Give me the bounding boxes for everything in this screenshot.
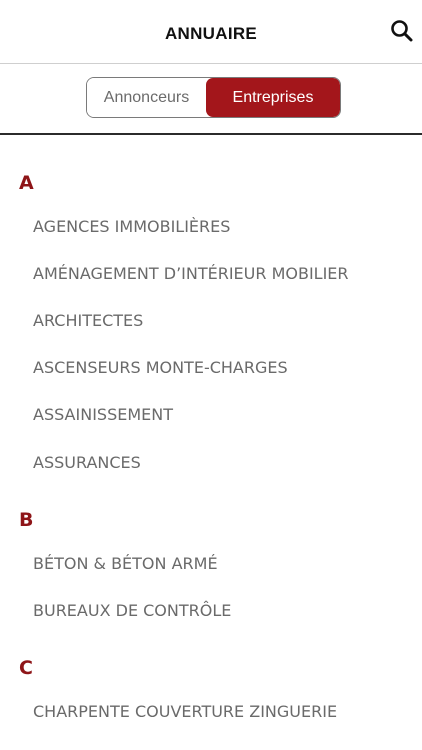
list-item[interactable]: ARCHITECTES <box>33 311 403 330</box>
list-item[interactable]: ASCENSEURS MONTE-CHARGES <box>33 358 403 377</box>
list-item[interactable]: CHARPENTE COUVERTURE ZINGUERIE <box>33 702 403 721</box>
list-item[interactable]: BÉTON & BÉTON ARMÉ <box>33 554 403 573</box>
section-letter-c: C <box>19 657 33 679</box>
list-item[interactable]: BUREAUX DE CONTRÔLE <box>33 601 403 620</box>
search-icon[interactable] <box>389 18 415 44</box>
list-item[interactable]: ASSAINISSEMENT <box>33 405 403 424</box>
list-item[interactable]: ASSURANCES <box>33 453 403 472</box>
list-item[interactable]: AGENCES IMMOBILIÈRES <box>33 217 403 236</box>
page-title: ANNUAIRE <box>164 24 258 43</box>
app-header: ANNUAIRE <box>0 0 422 64</box>
directory-type-toggle: Annonceurs Entreprises <box>86 77 341 118</box>
section-letter-b: B <box>19 509 34 531</box>
section-letter-a: A <box>19 172 34 194</box>
header-divider <box>0 133 422 135</box>
list-item[interactable]: AMÉNAGEMENT D’INTÉRIEUR MOBILIER <box>33 264 403 283</box>
tab-entreprises[interactable]: Entreprises <box>206 78 340 117</box>
tab-annonceurs[interactable]: Annonceurs <box>87 78 206 117</box>
